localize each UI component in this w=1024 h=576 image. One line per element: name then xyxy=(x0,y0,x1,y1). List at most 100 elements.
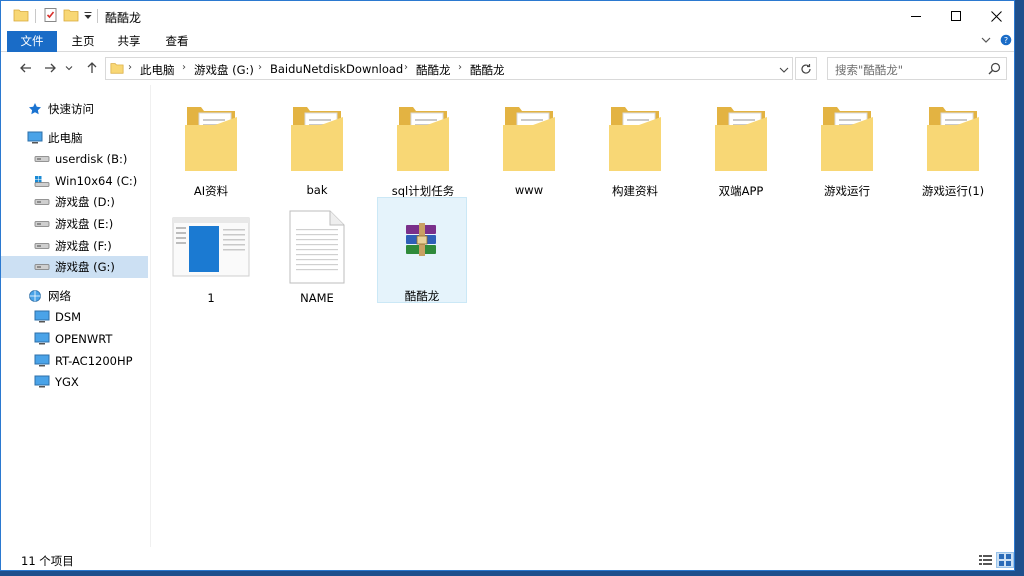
sidebar-item-drive-c[interactable]: Win10x64 (C:) xyxy=(1,170,148,192)
file-item-build-materials[interactable]: 构建资料 xyxy=(589,93,681,199)
sidebar-item-label: 游戏盘 (G:) xyxy=(55,260,115,274)
sidebar-item-network[interactable]: 网络 xyxy=(1,285,148,307)
properties-icon[interactable] xyxy=(43,7,59,25)
monitor-icon xyxy=(34,354,50,368)
folder-icon xyxy=(377,101,469,177)
search-icon[interactable] xyxy=(988,62,1001,78)
sidebar-item-quick-access[interactable]: 快速访问 xyxy=(1,98,148,120)
sidebar-item-label: 快速访问 xyxy=(48,102,94,116)
recent-locations-button[interactable] xyxy=(63,59,75,77)
folder-icon xyxy=(483,101,575,177)
minimize-icon xyxy=(910,15,921,17)
file-item-www[interactable]: www xyxy=(483,93,575,199)
breadcrumb-this-pc[interactable]: 此电脑 xyxy=(140,62,175,78)
breadcrumb-kukulong[interactable]: 酷酷龙 xyxy=(416,62,451,78)
address-history-button[interactable] xyxy=(779,64,789,77)
forward-button[interactable] xyxy=(41,59,59,77)
details-view-icon xyxy=(978,554,992,565)
new-folder-icon[interactable] xyxy=(63,7,79,25)
expand-ribbon-button[interactable] xyxy=(980,34,992,49)
large-icons-view-button[interactable] xyxy=(996,552,1014,568)
file-item-game-run-1[interactable]: 游戏运行(1) xyxy=(907,93,999,199)
breadcrumb-baidunetdiskdownload[interactable]: BaiduNetdiskDownload xyxy=(270,62,403,76)
sidebar-item-drive-f[interactable]: 游戏盘 (F:) xyxy=(1,235,148,257)
file-item-label: www xyxy=(514,183,544,197)
network-icon xyxy=(27,289,43,303)
large-icons-view-icon xyxy=(999,554,1011,566)
drive-icon xyxy=(34,195,50,209)
back-button[interactable] xyxy=(17,59,35,77)
folder-icon xyxy=(695,101,787,177)
sidebar-item-drive-b[interactable]: userdisk (B:) xyxy=(1,148,148,170)
drive-icon xyxy=(34,152,50,166)
archive-icon xyxy=(378,216,466,266)
sidebar-item-dsm[interactable]: DSM xyxy=(1,306,148,328)
file-item-sql-tasks[interactable]: sql计划任务 xyxy=(377,93,469,199)
help-button[interactable]: ? xyxy=(1000,34,1012,49)
breadcrumb-separator[interactable]: › xyxy=(258,62,262,73)
sidebar-item-openwrt[interactable]: OPENWRT xyxy=(1,328,148,350)
close-button[interactable] xyxy=(973,1,1014,31)
sidebar-item-label: RT-AC1200HP xyxy=(55,354,133,368)
close-icon xyxy=(990,10,1002,22)
item-count: 11 个项目 xyxy=(21,554,74,568)
pane-divider[interactable] xyxy=(150,85,151,547)
arrow-up-icon xyxy=(87,62,97,73)
tab-file[interactable]: 文件 xyxy=(7,31,57,52)
text-file-icon xyxy=(271,209,363,285)
breadcrumb-separator[interactable]: › xyxy=(128,62,132,73)
tab-view[interactable]: 查看 xyxy=(157,31,197,52)
folder-icon xyxy=(801,101,893,177)
breadcrumb-drive-g[interactable]: 游戏盘 (G:) xyxy=(194,62,254,78)
help-icon: ? xyxy=(1000,34,1012,46)
details-view-button[interactable] xyxy=(976,552,994,568)
sidebar-item-this-pc[interactable]: 此电脑 xyxy=(1,127,148,149)
file-item-game-run[interactable]: 游戏运行 xyxy=(801,93,893,199)
sidebar-item-label: 网络 xyxy=(48,289,71,303)
file-item-label: NAME xyxy=(300,291,334,305)
sidebar-item-label: OPENWRT xyxy=(55,332,113,346)
sidebar-item-ygx[interactable]: YGX xyxy=(1,371,148,393)
customize-toolbar-icon[interactable] xyxy=(83,7,93,25)
arrow-left-icon xyxy=(20,63,31,73)
file-item-dual-app[interactable]: 双端APP xyxy=(695,93,787,199)
sidebar-item-drive-g[interactable]: 游戏盘 (G:) xyxy=(1,256,148,278)
file-item-label: 1 xyxy=(207,291,215,305)
search-box[interactable]: 搜索"酷酷龙" xyxy=(827,57,1007,80)
chevron-down-icon xyxy=(65,66,73,71)
file-explorer-window: 酷酷龙 文件 主页 共享 查看 ? › 此电脑 › 游戏盘 (G:) › Bai… xyxy=(0,0,1015,571)
arrow-right-icon xyxy=(45,63,56,73)
file-item-bak[interactable]: bak xyxy=(271,93,363,199)
sidebar-item-label: Win10x64 (C:) xyxy=(55,174,138,188)
sidebar-item-label: YGX xyxy=(55,375,79,389)
tab-share[interactable]: 共享 xyxy=(109,31,149,52)
address-bar[interactable]: › 此电脑 › 游戏盘 (G:) › BaiduNetdiskDownload … xyxy=(105,57,793,80)
maximize-icon xyxy=(950,10,961,21)
folder-icon xyxy=(271,101,363,177)
monitor-icon xyxy=(34,332,50,346)
file-item-label: 游戏运行(1) xyxy=(921,184,985,198)
sidebar-item-drive-d[interactable]: 游戏盘 (D:) xyxy=(1,191,148,213)
file-item-kukulong-archive[interactable]: 酷酷龙 xyxy=(377,197,467,303)
file-item-ai-materials[interactable]: AI资料 xyxy=(165,93,257,199)
file-item-name[interactable]: NAME xyxy=(271,201,363,307)
refresh-button[interactable] xyxy=(795,57,817,80)
refresh-icon xyxy=(801,63,811,74)
breadcrumb-separator[interactable]: › xyxy=(458,62,462,73)
sidebar-item-label: DSM xyxy=(55,310,82,324)
up-button[interactable] xyxy=(83,59,101,77)
sidebar-item-rt-ac1200hp[interactable]: RT-AC1200HP xyxy=(1,350,148,372)
breadcrumb-separator[interactable]: › xyxy=(404,62,408,73)
breadcrumb-separator[interactable]: › xyxy=(182,62,186,73)
file-item-image-1[interactable]: 1 xyxy=(165,201,257,307)
window-title: 酷酷龙 xyxy=(105,11,142,25)
folder-icon xyxy=(13,7,29,25)
sidebar-item-label: 游戏盘 (E:) xyxy=(55,217,114,231)
tab-home[interactable]: 主页 xyxy=(63,31,103,52)
breadcrumb-kukulong-current[interactable]: 酷酷龙 xyxy=(470,62,505,78)
sidebar-item-drive-e[interactable]: 游戏盘 (E:) xyxy=(1,213,148,235)
search-input[interactable]: 搜索"酷酷龙" xyxy=(835,62,903,78)
sidebar-item-label: 此电脑 xyxy=(48,131,83,145)
file-item-label: 构建资料 xyxy=(612,184,658,198)
file-item-label: AI资料 xyxy=(193,184,229,198)
